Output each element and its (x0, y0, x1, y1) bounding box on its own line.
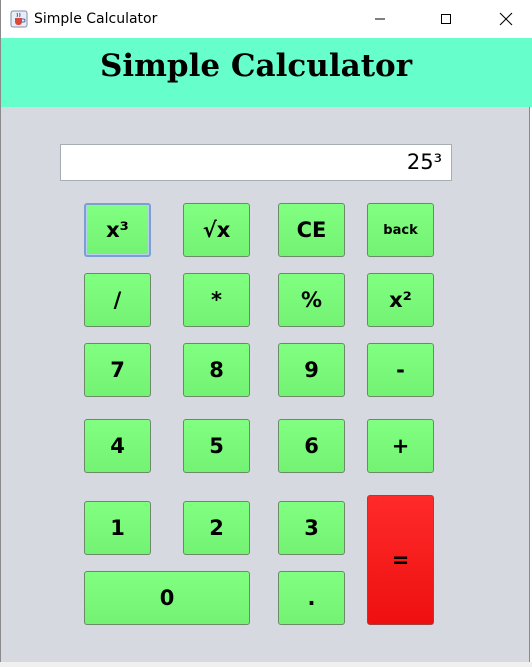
close-button[interactable] (483, 0, 529, 38)
decimal-point-button[interactable]: . (278, 571, 345, 625)
square-button[interactable]: x² (367, 273, 434, 327)
java-cup-icon (10, 10, 28, 28)
square-root-button[interactable]: √x (183, 203, 250, 257)
window-bottom-edge (0, 662, 532, 667)
digit-7-button[interactable]: 7 (84, 343, 151, 397)
digit-3-button[interactable]: 3 (278, 501, 345, 555)
cube-button[interactable]: x³ (84, 203, 151, 257)
minimize-icon (375, 18, 385, 20)
minus-button[interactable]: - (367, 343, 434, 397)
percent-button[interactable]: % (278, 273, 345, 327)
calculator-window: Simple Calculator Simple Calculator 25³ … (0, 0, 532, 665)
plus-button[interactable]: + (367, 419, 434, 473)
page-title: Simple Calculator (99, 48, 413, 84)
multiply-button[interactable]: * (183, 273, 250, 327)
header-banner: Simple Calculator (1, 38, 532, 107)
minimize-button[interactable] (357, 0, 403, 38)
digit-4-button[interactable]: 4 (84, 419, 151, 473)
backspace-button[interactable]: back (367, 203, 434, 257)
digit-5-button[interactable]: 5 (183, 419, 250, 473)
window-title: Simple Calculator (34, 11, 158, 27)
divide-button[interactable]: / (84, 273, 151, 327)
result-display[interactable]: 25³ (60, 144, 452, 181)
clear-entry-button[interactable]: CE (278, 203, 345, 257)
digit-9-button[interactable]: 9 (278, 343, 345, 397)
digit-6-button[interactable]: 6 (278, 419, 345, 473)
digit-2-button[interactable]: 2 (183, 501, 250, 555)
digit-0-button[interactable]: 0 (84, 571, 250, 625)
digit-1-button[interactable]: 1 (84, 501, 151, 555)
digit-8-button[interactable]: 8 (183, 343, 250, 397)
title-bar: Simple Calculator (1, 0, 532, 38)
close-icon (499, 12, 513, 26)
equals-button[interactable]: = (367, 495, 434, 625)
maximize-button[interactable] (423, 0, 469, 38)
maximize-icon (441, 14, 451, 24)
